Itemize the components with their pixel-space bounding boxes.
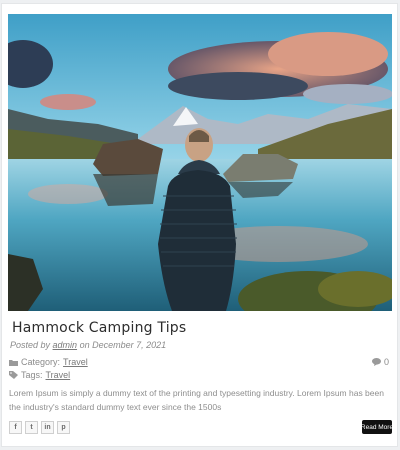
post-excerpt: Lorem Ipsum is simply a dummy text of th… bbox=[9, 388, 384, 412]
folder-icon bbox=[9, 359, 18, 366]
author-link[interactable]: admin bbox=[53, 340, 78, 350]
tag-link[interactable]: Travel bbox=[46, 370, 71, 380]
facebook-icon[interactable]: f bbox=[9, 421, 22, 434]
comment-icon bbox=[371, 358, 381, 366]
posted-by-label: Posted by bbox=[10, 340, 51, 350]
post-byline: Posted by admin on December 7, 2021 bbox=[10, 340, 166, 350]
blog-post-card: Hammock Camping Tips Posted by admin on … bbox=[1, 3, 398, 447]
post-date: December 7, 2021 bbox=[92, 340, 167, 350]
twitter-icon[interactable]: t bbox=[25, 421, 38, 434]
post-title[interactable]: Hammock Camping Tips bbox=[12, 320, 186, 336]
share-buttons: f t in p bbox=[9, 421, 70, 434]
post-featured-image[interactable] bbox=[8, 14, 392, 311]
category-label: Category: bbox=[21, 357, 61, 367]
read-more-button[interactable]: Read More bbox=[361, 420, 393, 434]
category-link[interactable]: Travel bbox=[63, 357, 88, 367]
tag-icon bbox=[9, 371, 18, 379]
pinterest-icon[interactable]: p bbox=[57, 421, 70, 434]
comments-number: 0 bbox=[383, 357, 389, 367]
date-prefix: on bbox=[79, 340, 90, 350]
tags-label: Tags: bbox=[21, 370, 43, 380]
comments-count[interactable]: 0 bbox=[371, 357, 389, 367]
post-category: Category: Travel bbox=[9, 357, 88, 367]
linkedin-icon[interactable]: in bbox=[41, 421, 54, 434]
post-tags: Tags: Travel bbox=[9, 370, 70, 380]
